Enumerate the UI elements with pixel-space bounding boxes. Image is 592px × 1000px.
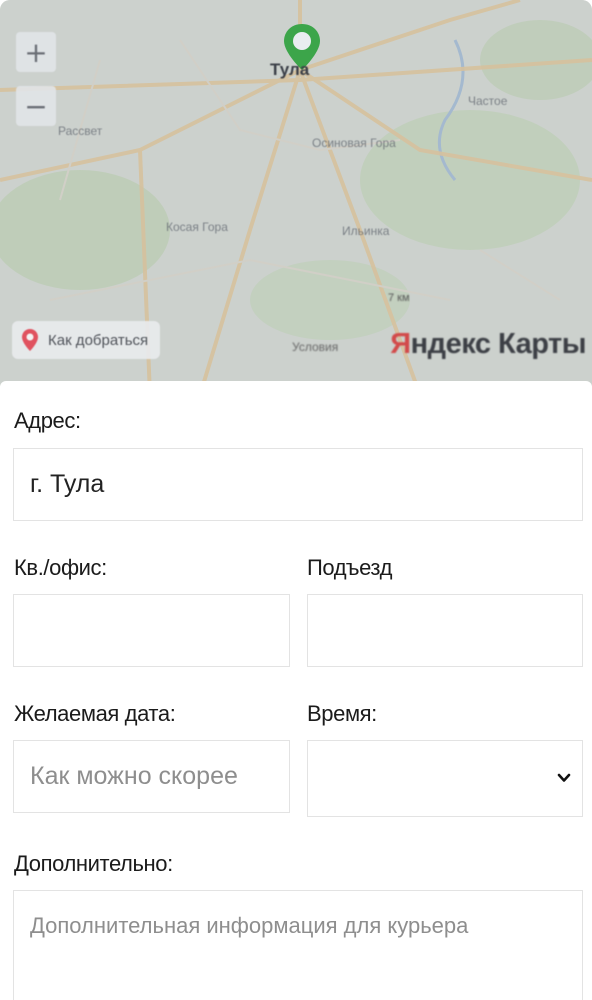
address-label: Адрес: xyxy=(14,408,81,433)
zoom-out-button[interactable]: − xyxy=(16,86,56,126)
date-label: Желаемая дата: xyxy=(14,701,176,726)
time-label: Время: xyxy=(307,701,377,726)
city-label: Тула xyxy=(270,60,310,79)
time-select[interactable] xyxy=(307,740,583,817)
map-marker-icon xyxy=(22,329,38,351)
brand-prefix: Я xyxy=(390,328,411,360)
address-input[interactable]: г. Тула xyxy=(13,448,583,521)
extra-label: Дополнительно: xyxy=(14,851,173,876)
chevron-down-icon xyxy=(557,773,571,782)
extra-textarea[interactable]: Дополнительная информация для курьера xyxy=(13,890,583,1000)
map-scale: 7 км xyxy=(388,292,410,304)
entrance-label: Подъезд xyxy=(307,555,393,580)
route-button[interactable]: Как добраться xyxy=(12,321,161,359)
entrance-input[interactable] xyxy=(307,594,583,667)
delivery-form: Адрес: г. Тула Кв./офис: Подъезд Желаема… xyxy=(0,381,592,1000)
date-input[interactable]: Как можно скорее xyxy=(13,740,290,813)
map-widget[interactable]: Рассвет Частое Осиновая Гора Косая Гора … xyxy=(0,0,592,395)
terms-link[interactable]: Условия xyxy=(292,340,338,354)
route-button-label: Как добраться xyxy=(48,331,149,349)
zoom-out-label: − xyxy=(24,89,48,123)
zoom-in-label: + xyxy=(24,35,48,69)
apartment-input[interactable] xyxy=(13,594,290,667)
yandex-maps-logo[interactable]: Яндекс Карты xyxy=(390,328,586,361)
zoom-in-button[interactable]: + xyxy=(16,32,56,72)
brand-rest: ндекс Карты xyxy=(410,328,587,360)
apartment-label: Кв./офис: xyxy=(14,555,107,580)
